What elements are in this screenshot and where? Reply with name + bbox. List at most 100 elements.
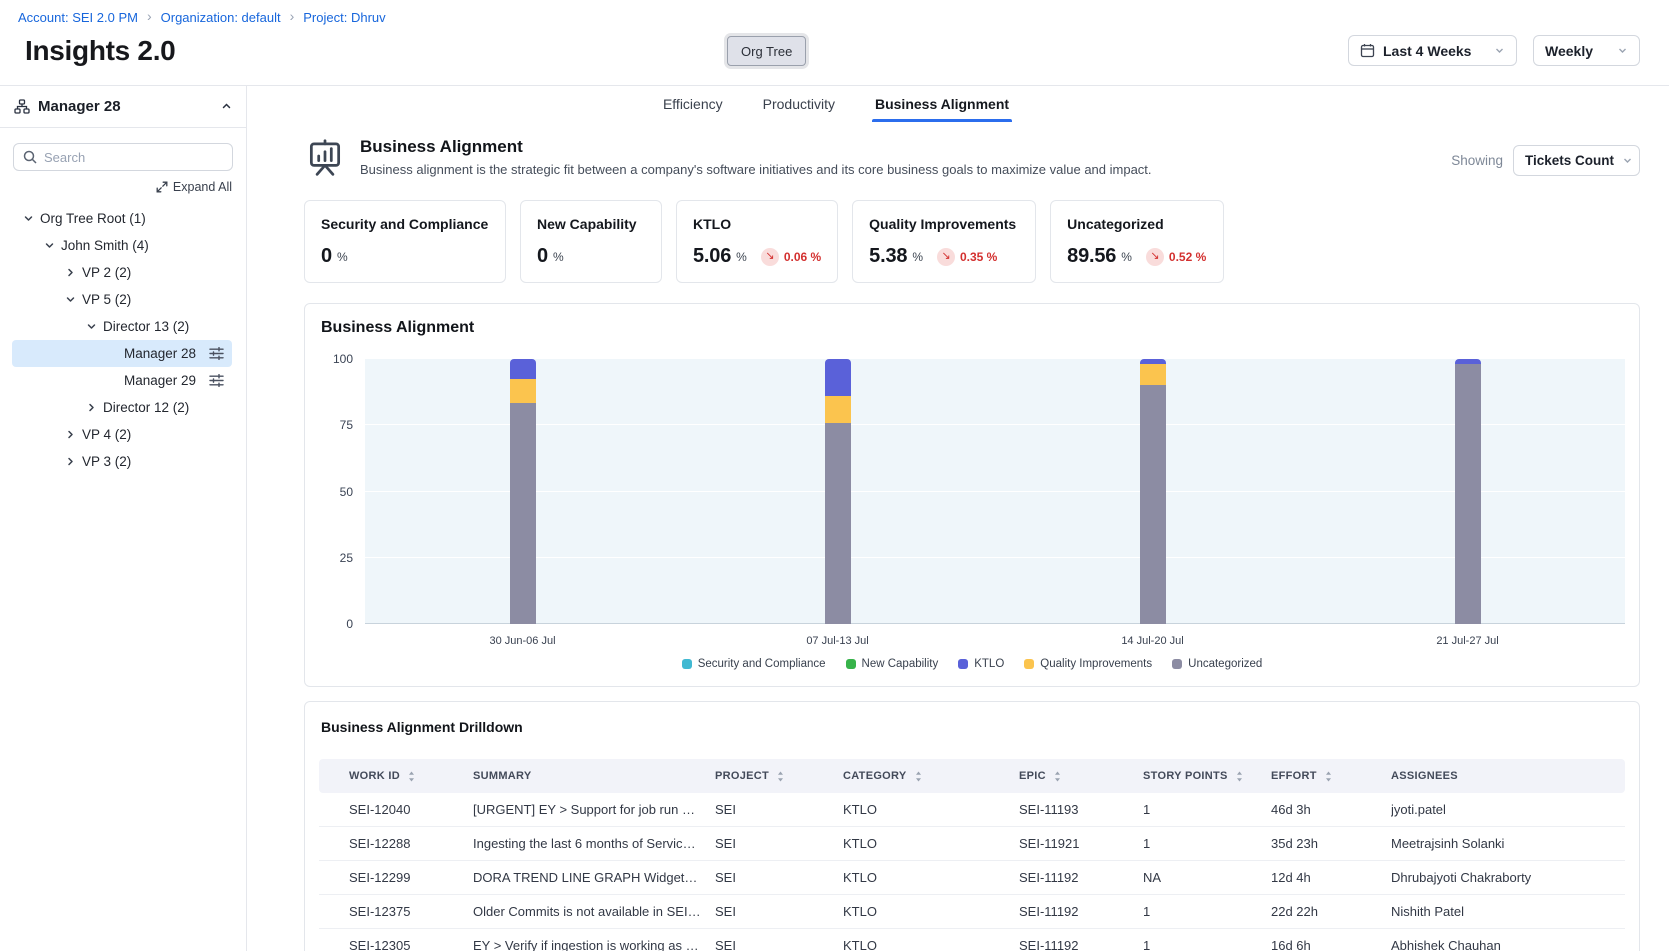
date-range-value: Last 4 Weeks (1383, 43, 1486, 59)
legend-item-new-capability[interactable]: New Capability (846, 658, 939, 670)
tree-node-manager-29[interactable]: Manager 29 (12, 367, 232, 394)
column-header-label: CATEGORY (843, 770, 907, 782)
column-header-label: WORK ID (349, 770, 400, 782)
sidebar-collapse-chevron-up-icon[interactable] (221, 101, 232, 112)
bar-segment-quality-improvements[interactable] (1140, 364, 1166, 385)
tab-business-alignment[interactable]: Business Alignment (872, 86, 1012, 122)
bar-segment-quality-improvements[interactable] (825, 396, 851, 423)
chart-x-axis: 30 Jun-06 Jul07 Jul-13 Jul14 Jul-20 Jul2… (365, 624, 1625, 654)
kpi-value-row: 5.06%↘0.06 % (693, 245, 821, 268)
table-row-sei-12040[interactable]: SEI-12040[URGENT] EY > Support for job r… (319, 793, 1625, 827)
kpi-card-ktlo: KTLO5.06%↘0.06 % (676, 200, 838, 283)
legend-item-quality-improvements[interactable]: Quality Improvements (1024, 658, 1152, 670)
sliders-settings-icon[interactable] (209, 374, 224, 387)
expand-all-button[interactable]: Expand All (14, 180, 232, 194)
trend-down-icon: ↘ (1146, 248, 1164, 266)
tree-node-org-tree-root-1[interactable]: Org Tree Root (1) (12, 205, 232, 232)
bar-segment-uncategorized[interactable] (1140, 385, 1166, 624)
column-header-label: ASSIGNEES (1391, 770, 1458, 782)
stacked-bar-07-jul-13-jul[interactable] (825, 359, 851, 624)
legend-item-security-and-compliance[interactable]: Security and Compliance (682, 658, 826, 670)
cell-assignees: Dhrubajyoti Chakraborty (1391, 870, 1625, 885)
cell-summary: DORA TREND LINE GRAPH Widgets is n... (473, 870, 715, 885)
sort-icon[interactable] (1052, 771, 1063, 782)
cell-assignees: Meetrajsinh Solanki (1391, 836, 1625, 851)
stacked-bar-14-jul-20-jul[interactable] (1140, 359, 1166, 624)
cell-summary: [URGENT] EY > Support for job run par... (473, 802, 715, 817)
tree-node-john-smith-4[interactable]: John Smith (4) (12, 232, 232, 259)
table-row-sei-12288[interactable]: SEI-12288Ingesting the last 6 months of … (319, 827, 1625, 861)
kpi-delta-badge: ↘0.52 % (1146, 248, 1206, 266)
table-row-sei-12375[interactable]: SEI-12375Older Commits is not available … (319, 895, 1625, 929)
tree-node-vp-4-2[interactable]: VP 4 (2) (12, 421, 232, 448)
bar-segment-ktlo[interactable] (510, 359, 536, 379)
bar-segment-uncategorized[interactable] (825, 423, 851, 624)
section-header-right: Showing Tickets Count (1451, 145, 1640, 176)
tree-node-label: Manager 28 (124, 346, 196, 361)
showing-select[interactable]: Tickets Count (1513, 145, 1640, 176)
chevron-right-icon[interactable] (65, 429, 76, 440)
tree-node-director-13-2[interactable]: Director 13 (2) (12, 313, 232, 340)
breadcrumb-link-account[interactable]: Account: SEI 2.0 PM (18, 10, 138, 25)
sort-icon[interactable] (406, 771, 417, 782)
chevron-right-icon[interactable] (65, 456, 76, 467)
cell-epic: SEI-11921 (1019, 836, 1143, 851)
legend-item-uncategorized[interactable]: Uncategorized (1172, 658, 1262, 670)
y-tick-label-75: 75 (340, 418, 353, 432)
kpi-value: 89.56 (1067, 245, 1116, 268)
cell-assignees: Nishith Patel (1391, 904, 1625, 919)
tree-node-director-12-2[interactable]: Director 12 (2) (12, 394, 232, 421)
column-header-label: STORY POINTS (1143, 770, 1228, 782)
kpi-unit: % (736, 250, 747, 264)
sort-icon[interactable] (913, 771, 924, 782)
sort-icon[interactable] (1234, 771, 1245, 782)
column-header-epic[interactable]: EPIC (1019, 770, 1143, 782)
chevron-down-icon[interactable] (44, 240, 55, 251)
breadcrumb-link-project[interactable]: Project: Dhruv (303, 10, 385, 25)
bar-segment-quality-improvements[interactable] (510, 379, 536, 403)
trend-down-icon: ↘ (937, 248, 955, 266)
table-header-row: WORK IDSUMMARYPROJECTCATEGORYEPICSTORY P… (319, 759, 1625, 793)
stacked-bar-21-jul-27-jul[interactable] (1455, 359, 1481, 624)
cell-category: KTLO (843, 870, 1019, 885)
chevron-down-icon[interactable] (23, 213, 34, 224)
chevron-down-icon[interactable] (65, 294, 76, 305)
org-tree: Org Tree Root (1)John Smith (4)VP 2 (2) V… (0, 205, 246, 475)
bar-segment-uncategorized[interactable] (1455, 364, 1481, 624)
stacked-bar-30-jun-06-jul[interactable] (510, 359, 536, 624)
sort-icon[interactable] (775, 771, 786, 782)
breadcrumb-link-organization[interactable]: Organization: default (161, 10, 281, 25)
column-header-story-points[interactable]: STORY POINTS (1143, 770, 1271, 782)
cell-project: SEI (715, 836, 843, 851)
org-tree-button[interactable]: Org Tree (727, 36, 806, 66)
column-header-effort[interactable]: EFFORT (1271, 770, 1391, 782)
sliders-settings-icon[interactable] (209, 347, 224, 360)
column-header-label: EPIC (1019, 770, 1046, 782)
tab-productivity[interactable]: Productivity (760, 86, 838, 122)
legend-swatch-icon (1172, 659, 1182, 669)
chevron-down-icon[interactable] (86, 321, 97, 332)
search-input[interactable] (44, 150, 223, 165)
column-header-category[interactable]: CATEGORY (843, 770, 1019, 782)
tree-node-label: VP 5 (2) (82, 292, 131, 307)
column-header-project[interactable]: PROJECT (715, 770, 843, 782)
bar-segment-ktlo[interactable] (825, 359, 851, 396)
chevron-right-icon[interactable] (86, 402, 97, 413)
sort-icon[interactable] (1323, 771, 1334, 782)
legend-item-ktlo[interactable]: KTLO (958, 658, 1004, 670)
cell-project: SEI (715, 802, 843, 817)
chevron-right-icon[interactable] (65, 267, 76, 278)
bar-segment-uncategorized[interactable] (510, 403, 536, 624)
table-row-sei-12305[interactable]: SEI-12305EY > Verify if ingestion is wor… (319, 929, 1625, 951)
tree-node-vp-2-2[interactable]: VP 2 (2) (12, 259, 232, 286)
chart-y-axis: 0255075100 (319, 359, 365, 624)
tree-node-vp-5-2[interactable]: VP 5 (2) (12, 286, 232, 313)
tab-efficiency[interactable]: Efficiency (660, 86, 726, 122)
tree-node-manager-28[interactable]: Manager 28 (12, 340, 232, 367)
tree-node-vp-3-2[interactable]: VP 3 (2) (12, 448, 232, 475)
table-row-sei-12299[interactable]: SEI-12299DORA TREND LINE GRAPH Widgets i… (319, 861, 1625, 895)
column-header-work-id[interactable]: WORK ID (349, 770, 473, 782)
date-range-select[interactable]: Last 4 Weeks (1348, 35, 1517, 66)
kpi-delta-value: 0.06 % (784, 250, 821, 264)
granularity-select[interactable]: Weekly (1533, 35, 1640, 66)
